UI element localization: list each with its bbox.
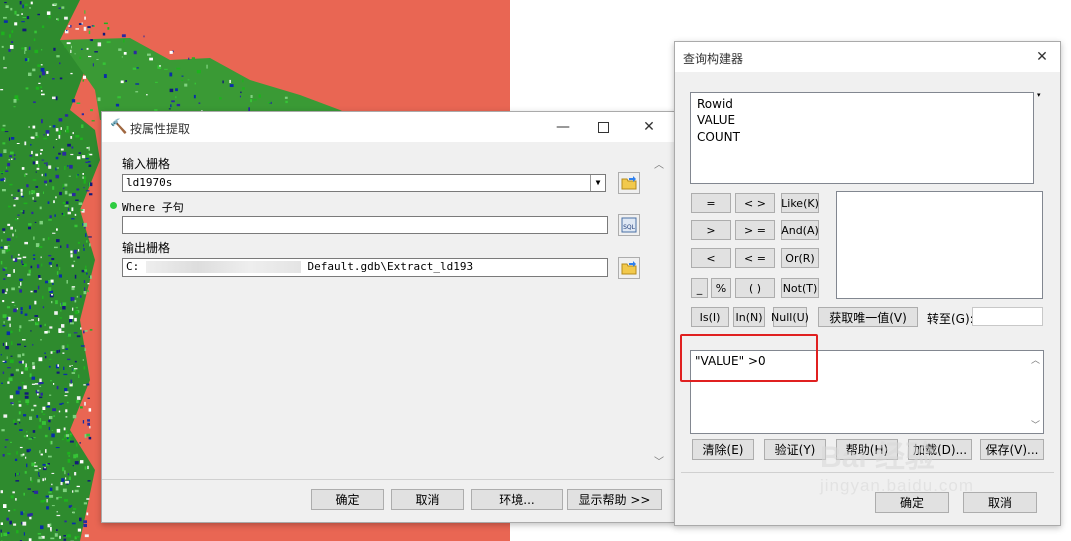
- equals-button[interactable]: =: [691, 193, 731, 213]
- maximize-button[interactable]: [580, 112, 626, 142]
- output-raster-label: 输出栅格: [122, 241, 171, 255]
- parentheses-button[interactable]: ( ): [735, 278, 775, 298]
- get-unique-values-button[interactable]: 获取唯一值(V): [818, 307, 918, 327]
- optional-indicator-icon: [110, 202, 117, 209]
- save-button[interactable]: 保存(V)...: [980, 439, 1044, 460]
- extract-by-attributes-dialog: 🔨 按属性提取 — ✕ 输入栅格 ld1970s ▼ Where 子句 SQL …: [101, 111, 675, 523]
- close-icon: ✕: [1036, 49, 1048, 65]
- load-button[interactable]: 加载(D)...: [908, 439, 972, 460]
- greater-than-button[interactable]: >: [691, 220, 731, 240]
- not-equals-button[interactable]: < >: [735, 193, 775, 213]
- maximize-icon: [597, 121, 609, 133]
- less-than-button[interactable]: <: [691, 248, 731, 268]
- help-button[interactable]: 帮助(H): [836, 439, 898, 460]
- underscore-button[interactable]: _: [691, 278, 708, 298]
- null-button[interactable]: Null(U): [771, 307, 809, 327]
- goto-input[interactable]: [972, 307, 1043, 326]
- field-item[interactable]: VALUE: [697, 113, 735, 127]
- sql-icon: SQL: [621, 217, 637, 233]
- query-builder-dialog: 查询构建器 ✕ Rowid VALUE COUNT ▾ = < > Like(K…: [674, 41, 1061, 526]
- dialog2-title: 查询构建器: [683, 52, 744, 66]
- not-button[interactable]: Not(T): [781, 278, 819, 298]
- highlight-box: [680, 334, 818, 382]
- folder-icon: [621, 176, 637, 190]
- dialog1-scrollbar[interactable]: ︿ ﹀: [650, 152, 668, 470]
- ok-button[interactable]: 确定: [875, 492, 949, 513]
- divider: [681, 472, 1054, 473]
- output-raster-input[interactable]: C: Default.gdb\Extract_ld193: [122, 258, 608, 277]
- browse-output-button[interactable]: [618, 257, 640, 279]
- input-raster-select[interactable]: ld1970s ▼: [122, 174, 606, 192]
- browse-input-button[interactable]: [618, 172, 640, 194]
- close-icon: ✕: [643, 119, 655, 135]
- or-button[interactable]: Or(R): [781, 248, 819, 268]
- less-equal-button[interactable]: < =: [735, 248, 775, 268]
- clear-button[interactable]: 清除(E): [692, 439, 754, 460]
- close-button[interactable]: ✕: [626, 112, 672, 142]
- field-item[interactable]: COUNT: [697, 130, 740, 144]
- percent-button[interactable]: %: [711, 278, 731, 298]
- svg-text:SQL: SQL: [623, 224, 636, 231]
- goto-label: 转至(G):: [927, 312, 974, 326]
- cancel-button[interactable]: 取消: [391, 489, 464, 510]
- where-clause-input[interactable]: [122, 216, 608, 234]
- scroll-down-icon[interactable]: ﹀: [1031, 418, 1040, 431]
- dropdown-arrow-icon[interactable]: ▼: [590, 175, 605, 191]
- close-button[interactable]: ✕: [1025, 42, 1059, 72]
- scroll-down-icon[interactable]: ﹀: [654, 453, 664, 468]
- hammer-icon: 🔨: [110, 119, 128, 135]
- scroll-up-icon[interactable]: ︿: [654, 156, 664, 171]
- cancel-button[interactable]: 取消: [963, 492, 1037, 513]
- verify-button[interactable]: 验证(Y): [764, 439, 826, 460]
- output-path-suffix: Default.gdb\Extract_ld193: [307, 260, 474, 273]
- unique-values-list[interactable]: [836, 191, 1043, 299]
- field-item[interactable]: Rowid: [697, 97, 733, 111]
- minimize-icon: —: [556, 119, 570, 135]
- greater-equal-button[interactable]: > =: [735, 220, 775, 240]
- ok-button[interactable]: 确定: [311, 489, 384, 510]
- dialog1-titlebar[interactable]: 🔨 按属性提取 — ✕: [102, 112, 674, 142]
- field-list[interactable]: Rowid VALUE COUNT: [690, 92, 1034, 184]
- where-clause-label: Where 子句: [122, 201, 184, 214]
- environments-button[interactable]: 环境...: [471, 489, 563, 510]
- redacted-path: [145, 261, 301, 273]
- dialog2-titlebar[interactable]: 查询构建器 ✕: [675, 42, 1060, 72]
- output-path-prefix: C:: [126, 260, 140, 273]
- and-button[interactable]: And(A): [781, 220, 819, 240]
- input-raster-value: ld1970s: [126, 176, 173, 189]
- divider: [102, 479, 674, 480]
- folder-icon: [621, 261, 637, 275]
- is-button[interactable]: Is(I): [691, 307, 729, 327]
- show-help-button[interactable]: 显示帮助 >>: [567, 489, 662, 510]
- sql-builder-button[interactable]: SQL: [618, 214, 640, 236]
- like-button[interactable]: Like(K): [781, 193, 819, 213]
- in-button[interactable]: In(N): [733, 307, 765, 327]
- dropdown-arrow-icon[interactable]: ▾: [1037, 91, 1041, 99]
- dialog1-title: 按属性提取: [130, 122, 191, 136]
- input-raster-label: 输入栅格: [122, 157, 171, 171]
- scroll-up-icon[interactable]: ︿: [1031, 353, 1040, 366]
